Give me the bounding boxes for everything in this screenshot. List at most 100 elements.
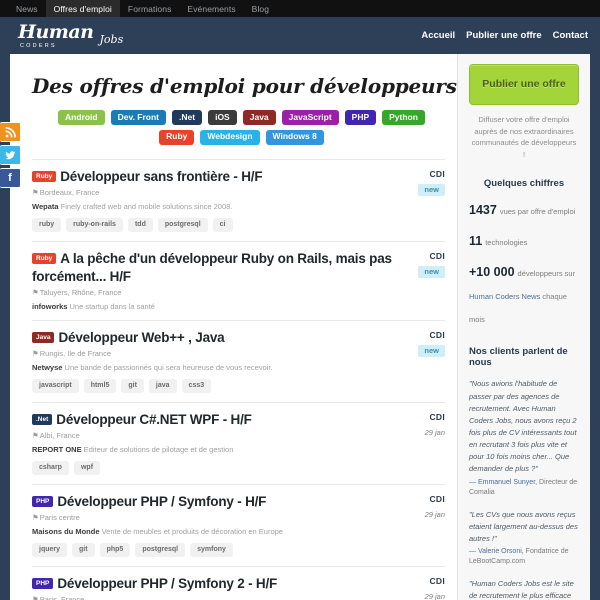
job-posted-date: 29 jan (424, 591, 445, 600)
skill-chip[interactable]: symfony (190, 542, 233, 557)
logo-coders-text: CODERS (20, 42, 57, 49)
job-meta: CDI new (393, 330, 445, 358)
skill-chip[interactable]: html5 (83, 378, 117, 393)
topnav-news[interactable]: News (8, 0, 46, 17)
sidebar: Publier une offre Diffuser votre offre d… (457, 54, 590, 600)
topnav-blog[interactable]: Blog (244, 0, 277, 17)
skill-chip[interactable]: ruby-on-rails (66, 217, 123, 232)
tech-tag-windows-8[interactable]: Windows 8 (265, 129, 324, 145)
tech-tag-javascript[interactable]: JavaScript (281, 110, 339, 125)
testimonials-heading: Nos clients parlent de nous (469, 346, 568, 369)
job-location: ⚑Taluyers, Rhône, France (32, 288, 445, 297)
topnav-evenements[interactable]: Evénements (179, 0, 243, 17)
skill-chip[interactable]: jquery (32, 542, 68, 557)
job-listing-row[interactable]: Java Développeur Web++ , Java ⚑Rungis, Ile… (32, 319, 445, 402)
skill-chip[interactable]: php5 (99, 542, 131, 557)
site-logo[interactable]: Human CODERS Jobs (18, 22, 123, 49)
job-skill-chips: csharp wpf (32, 460, 445, 475)
skill-chip[interactable]: postgresql (157, 217, 208, 232)
job-location: ⚑Bordeaux, France (32, 188, 445, 197)
skill-chip[interactable]: tdd (127, 217, 153, 232)
tech-tag-ruby[interactable]: Ruby (159, 129, 195, 145)
job-contract-type: CDI (429, 575, 445, 586)
skill-chip[interactable]: git (121, 378, 144, 393)
site-header: Human CODERS Jobs Accueil Publier une of… (0, 17, 600, 54)
tech-tag-java[interactable]: Java (242, 110, 276, 125)
location-pin-icon: ⚑ (32, 187, 39, 197)
skill-chip[interactable]: git (72, 542, 95, 557)
job-listing-row[interactable]: Ruby Développeur sans frontière - H/F ⚑Bor… (32, 158, 445, 241)
testimonial: "Les CVs que nous avons reçus etaient la… (469, 509, 579, 568)
job-location: ⚑Albi, France (32, 431, 445, 440)
topnav-formations[interactable]: Formations (120, 0, 180, 17)
job-location: ⚑Paris, France (32, 595, 445, 600)
job-title-link[interactable]: Développeur sans frontière - H/F (60, 169, 262, 184)
stat-value: 1437 (469, 202, 497, 217)
topnav-offres-demploi[interactable]: Offres d'emploi (45, 0, 120, 17)
job-listing-row[interactable]: PHP Développeur PHP / Symfony - H/F ⚑Paris… (32, 483, 445, 566)
stat-item: 11 technologies (469, 229, 579, 252)
stat-value: +10 000 (469, 264, 515, 279)
job-listing-row[interactable]: PHP Développeur PHP / Symfony 2 - H/F ⚑Par… (32, 565, 445, 600)
skill-chip[interactable]: wpf (73, 460, 101, 475)
job-new-badge: new (418, 183, 445, 196)
job-technology-badge: Java (32, 332, 55, 343)
job-location: ⚑Rungis, Ile de France (32, 349, 445, 358)
job-listing-row[interactable]: .Net Développeur C#.NET WPF - H/F ⚑Albi, F… (32, 401, 445, 484)
tech-tag-ios[interactable]: iOS (208, 110, 237, 125)
testimonial-author: — Emmanuel Sunyer, Directeur de Comalia (469, 478, 579, 499)
job-listing-row[interactable]: Ruby A la pêche d'un développeur Ruby on … (32, 240, 445, 320)
job-new-badge: new (418, 344, 445, 357)
testimonials-list: "Nous avions l'habitude de passer par de… (469, 378, 579, 600)
tech-tag-dev-front[interactable]: Dev. Front (110, 110, 167, 125)
skill-chip[interactable]: ruby (32, 217, 62, 232)
job-location-text: Bordeaux, France (39, 187, 100, 197)
rss-icon[interactable] (0, 122, 21, 142)
job-title-link[interactable]: Développeur Web++ , Java (58, 330, 224, 345)
stats-heading: Quelques chiffres (483, 177, 565, 189)
skill-chip[interactable]: css3 (181, 378, 212, 393)
stat-link[interactable]: Human Coders News (469, 292, 540, 301)
publish-offer-button[interactable]: Publier une offre (469, 64, 579, 105)
tech-tag-net[interactable]: .Net (172, 110, 203, 125)
twitter-icon[interactable] (0, 145, 21, 165)
stat-item: +10 000 développeurs sur Human Coders New… (469, 260, 579, 330)
job-company: Maisons du Monde Vente de meubles et pro… (32, 527, 445, 536)
job-title-link[interactable]: Développeur C#.NET WPF - H/F (56, 412, 252, 427)
header-nav-accueil[interactable]: Accueil (421, 30, 455, 41)
job-company-name: Netwyse (32, 362, 63, 372)
facebook-icon[interactable]: f (0, 168, 21, 188)
job-meta: CDI 29 jan (393, 412, 445, 437)
job-technology-badge: PHP (32, 496, 54, 507)
location-pin-icon: ⚑ (32, 348, 39, 358)
skill-chip[interactable]: postgresql (135, 542, 186, 557)
job-company-name: Wepata (32, 201, 59, 211)
header-nav-contact[interactable]: Contact (553, 30, 588, 41)
job-title-link[interactable]: Développeur PHP / Symfony - H/F (57, 494, 266, 509)
location-pin-icon: ⚑ (32, 512, 39, 522)
job-posted-date: 29 jan (424, 427, 445, 437)
job-location-text: Rungis, Ile de France (39, 348, 112, 358)
job-company: infoworks Une startup dans la santé (32, 302, 445, 311)
job-company-description: Une bande de passionnés qui sera heureus… (62, 362, 273, 372)
skill-chip[interactable]: java (148, 378, 177, 393)
job-title-link[interactable]: Développeur PHP / Symfony 2 - H/F (57, 576, 277, 591)
job-skill-chips: jquery git php5 postgresql symfony (32, 542, 445, 557)
tech-tag-php[interactable]: PHP (344, 110, 377, 125)
skill-chip[interactable]: ci (212, 217, 233, 232)
job-company-name: infoworks (32, 301, 68, 311)
skill-chip[interactable]: javascript (32, 378, 79, 393)
testimonial-quote: "Human Coders Jobs est le site de recrut… (469, 578, 574, 600)
skill-chip[interactable]: csharp (32, 460, 69, 475)
job-location-text: Paris centre (39, 512, 80, 522)
tech-tag-python[interactable]: Python (382, 110, 425, 125)
job-technology-badge: PHP (32, 578, 54, 589)
testimonial-author-name: — Emmanuel Sunyer, (469, 478, 538, 486)
tech-tag-android[interactable]: Android (58, 110, 105, 125)
header-nav-publier-une-offre[interactable]: Publier une offre (466, 30, 541, 41)
job-meta: CDI 29 jan (393, 576, 445, 600)
job-company: REPORT ONE Editeur de solutions de pilot… (32, 445, 445, 454)
job-title-link[interactable]: A la pêche d'un développeur Ruby on Rail… (32, 251, 392, 284)
job-contract-type: CDI (429, 493, 445, 504)
tech-tag-webdesign[interactable]: Webdesign (200, 129, 260, 145)
